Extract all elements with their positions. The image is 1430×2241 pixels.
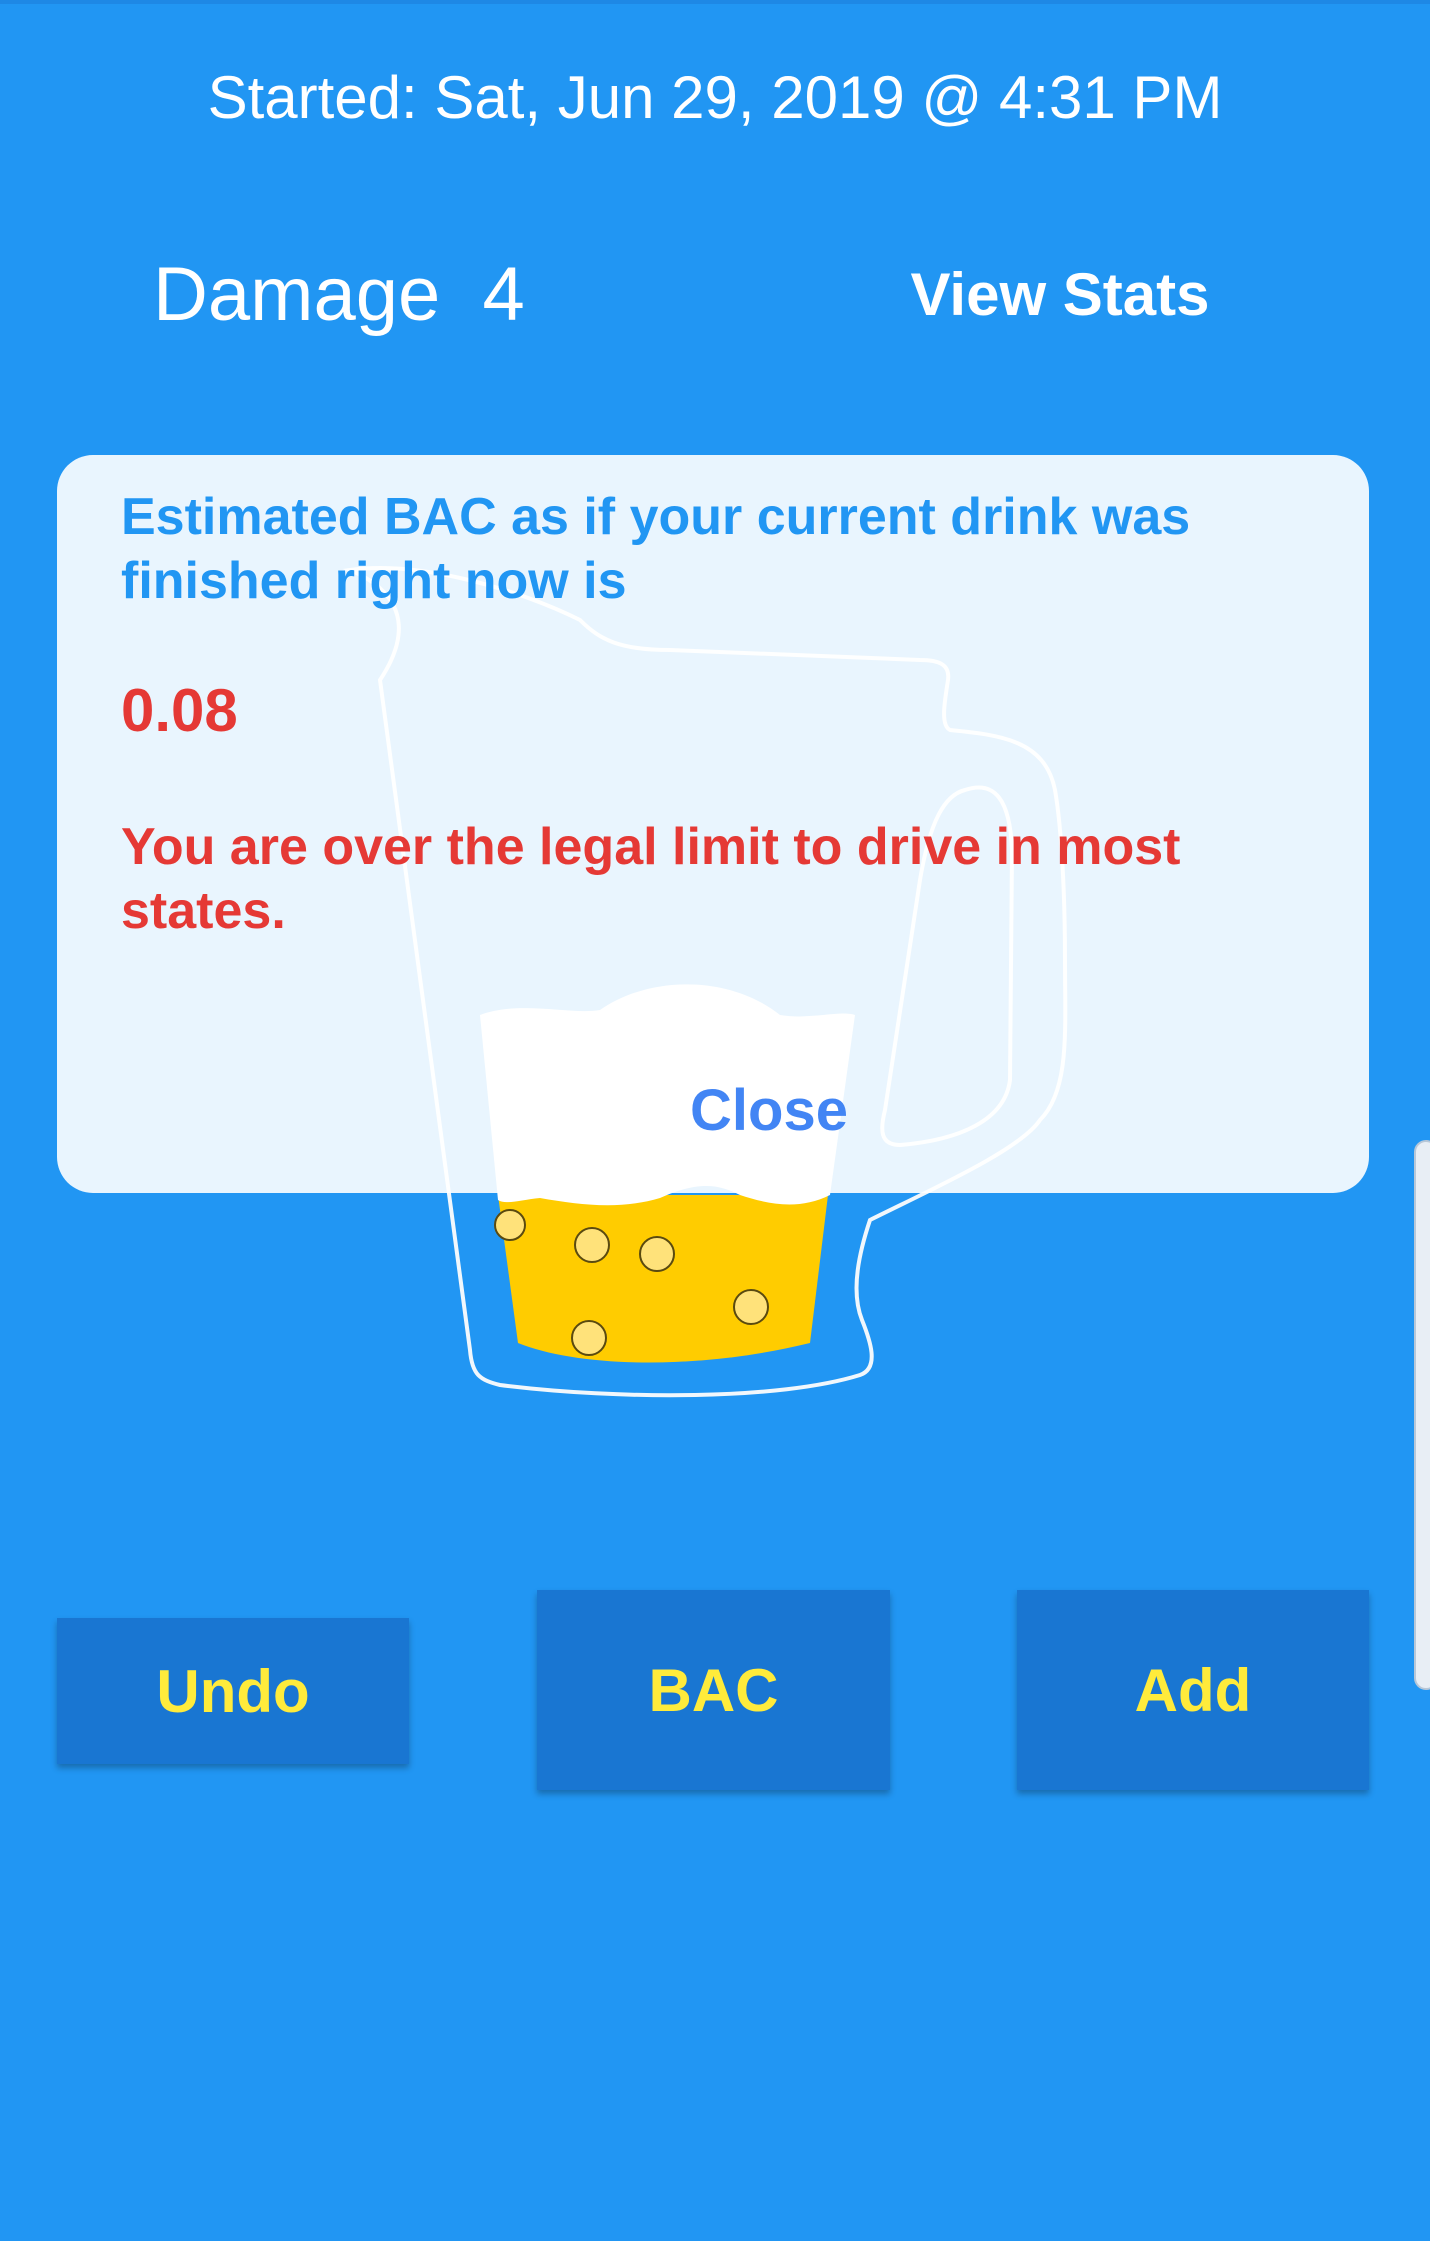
bac-value: 0.08: [121, 677, 238, 744]
dialog-message: Estimated BAC as if your current drink w…: [121, 488, 1191, 610]
app-screen: Started: Sat, Jun 29, 2019 @ 4:31 PM Dam…: [0, 0, 1430, 2241]
damage-label: Damage: [153, 252, 441, 337]
session-start-text: Started: Sat, Jun 29, 2019 @ 4:31 PM: [207, 64, 1223, 131]
damage-value: 4: [482, 252, 525, 337]
edge-panel-handle[interactable]: [1414, 1140, 1430, 1690]
add-button[interactable]: Add: [1017, 1590, 1369, 1790]
damage-counter: Damage 4: [153, 250, 525, 340]
bac-dialog: Estimated BAC as if your current drink w…: [57, 455, 1369, 1193]
bac-button[interactable]: BAC: [537, 1590, 890, 1790]
status-bar-edge: [0, 0, 1430, 4]
legal-limit-warning: You are over the legal limit to drive in…: [121, 818, 1181, 940]
view-stats-button[interactable]: View Stats: [880, 250, 1240, 340]
undo-button[interactable]: Undo: [57, 1618, 409, 1764]
close-button[interactable]: Close: [577, 1075, 961, 1147]
